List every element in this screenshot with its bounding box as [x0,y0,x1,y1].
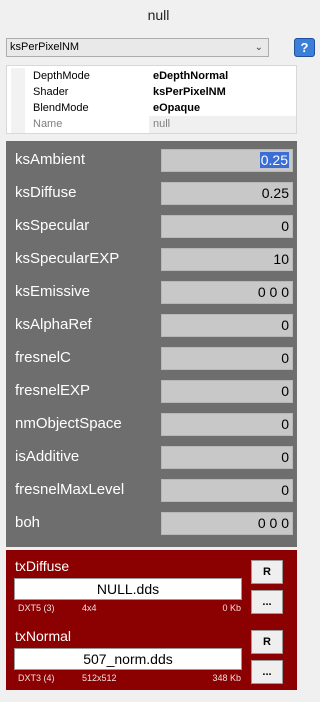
param-label: ksAmbient [15,151,86,168]
property-key: Name [33,118,63,130]
property-row[interactable]: Name null [7,116,296,133]
param-row: fresnelMaxLevel 0 [6,473,297,506]
texture-file: NULL.dds [96,581,160,597]
reset-label: R [263,566,271,578]
shader-dropdown-value: ksPerPixelNM [10,41,80,53]
param-row: nmObjectSpace 0 [6,407,297,440]
texture-browse-button[interactable]: ... [251,590,283,614]
param-label: ksDiffuse [15,184,77,201]
property-value: ksPerPixelNM [153,86,226,98]
param-row: ksSpecularEXP 10 [6,242,297,275]
param-value: 0.25 [259,152,289,168]
chevron-down-icon: ⌄ [254,42,263,53]
param-label: ksSpecular [15,217,90,234]
texture-reset-button[interactable]: R [251,560,283,584]
property-key: BlendMode [33,102,89,114]
param-value: 0 [281,383,289,399]
param-value: 0.25 [261,185,289,201]
property-value: null [153,118,171,130]
param-value-input[interactable]: 0 [161,446,293,469]
param-row: ksDiffuse 0.25 [6,176,297,209]
param-value: 0 [281,317,289,333]
param-label: ksEmissive [15,283,91,300]
property-key: DepthMode [33,70,90,82]
browse-label: ... [262,666,272,678]
value-cell-bg [149,116,296,133]
property-key: Shader [33,86,69,98]
param-value: 10 [273,251,289,267]
param-label: fresnelMaxLevel [15,481,125,498]
texture-dimensions: 512x512 [82,673,117,683]
param-label: fresnelEXP [15,382,91,399]
shader-dropdown[interactable]: ksPerPixelNM ⌄ [6,38,269,57]
param-row: isAdditive 0 [6,440,297,473]
param-label: ksAlphaRef [15,316,92,333]
param-row: boh 0 0 0 [6,506,297,539]
param-value-input[interactable]: 0.25 [161,182,293,205]
param-label: nmObjectSpace [15,415,122,432]
property-value: eDepthNormal [153,70,229,82]
texture-file: 507_norm.dds [83,651,173,667]
param-value-input[interactable]: 0.25 [161,149,293,172]
row-gutter [11,116,25,133]
textures-panel: txDiffuse NULL.dds DXT5 (3) 4x4 0 Kb R... txNo… [6,550,297,690]
param-value: 0 0 0 [257,284,289,300]
texture-size: 348 Kb [212,673,241,683]
texture-file-field[interactable]: 507_norm.dds [14,648,242,670]
param-label: isAdditive [15,448,80,465]
browse-label: ... [262,596,272,608]
param-value-input[interactable]: 0 [161,479,293,502]
param-value-input[interactable]: 10 [161,248,293,271]
texture-name: txNormal [15,628,72,644]
texture-size: 0 Kb [222,603,241,613]
param-value-input[interactable]: 0 [161,215,293,238]
param-row: ksEmissive 0 0 0 [6,275,297,308]
texture-browse-button[interactable]: ... [251,660,283,684]
shader-parameters-panel: ksAmbient 0.25 ksDiffuse 0.25 ksSpecular 0 ksS… [6,141,297,547]
property-row[interactable]: BlendMode eOpaque [7,100,296,117]
reset-label: R [263,636,271,648]
param-value: 0 [281,449,289,465]
texture-slot: txNormal 507_norm.dds DXT3 (4) 512x512 348 K… [6,620,297,690]
param-label: boh [15,514,41,531]
texture-file-field[interactable]: NULL.dds [14,578,242,600]
help-icon: ? [300,40,309,55]
param-value: 0 [281,350,289,366]
param-value-input[interactable]: 0 [161,413,293,436]
param-label: ksSpecularEXP [15,250,120,267]
texture-reset-button[interactable]: R [251,630,283,654]
param-value-input[interactable]: 0 [161,380,293,403]
param-value: 0 [281,482,289,498]
param-value: 0 0 0 [257,515,289,531]
texture-slot: txDiffuse NULL.dds DXT5 (3) 4x4 0 Kb R... [6,550,297,620]
param-row: fresnelC 0 [6,341,297,374]
param-value: 0 [281,416,289,432]
property-row[interactable]: DepthMode eDepthNormal [7,68,296,85]
texture-format: DXT3 (4) [18,673,55,683]
param-label: fresnelC [15,349,71,366]
texture-name: txDiffuse [15,558,70,574]
texture-dimensions: 4x4 [82,603,97,613]
window-title: null [147,7,170,23]
param-row: ksAlphaRef 0 [6,308,297,341]
material-properties-table: DepthMode eDepthNormal Shader ksPerPixelNM B… [6,65,297,134]
row-gutter [11,68,25,85]
property-value: eOpaque [153,102,201,114]
param-row: ksSpecular 0 [6,209,297,242]
param-row: fresnelEXP 0 [6,374,297,407]
param-value-input[interactable]: 0 [161,347,293,370]
param-value-input[interactable]: 0 0 0 [161,281,293,304]
param-value-input[interactable]: 0 0 0 [161,512,293,535]
param-value: 0 [281,218,289,234]
texture-format: DXT5 (3) [18,603,55,613]
row-gutter [11,100,25,117]
help-button[interactable]: ? [294,38,315,57]
param-value-input[interactable]: 0 [161,314,293,337]
row-gutter [11,84,25,101]
property-row[interactable]: Shader ksPerPixelNM [7,84,296,101]
param-row: ksAmbient 0.25 [6,143,297,176]
